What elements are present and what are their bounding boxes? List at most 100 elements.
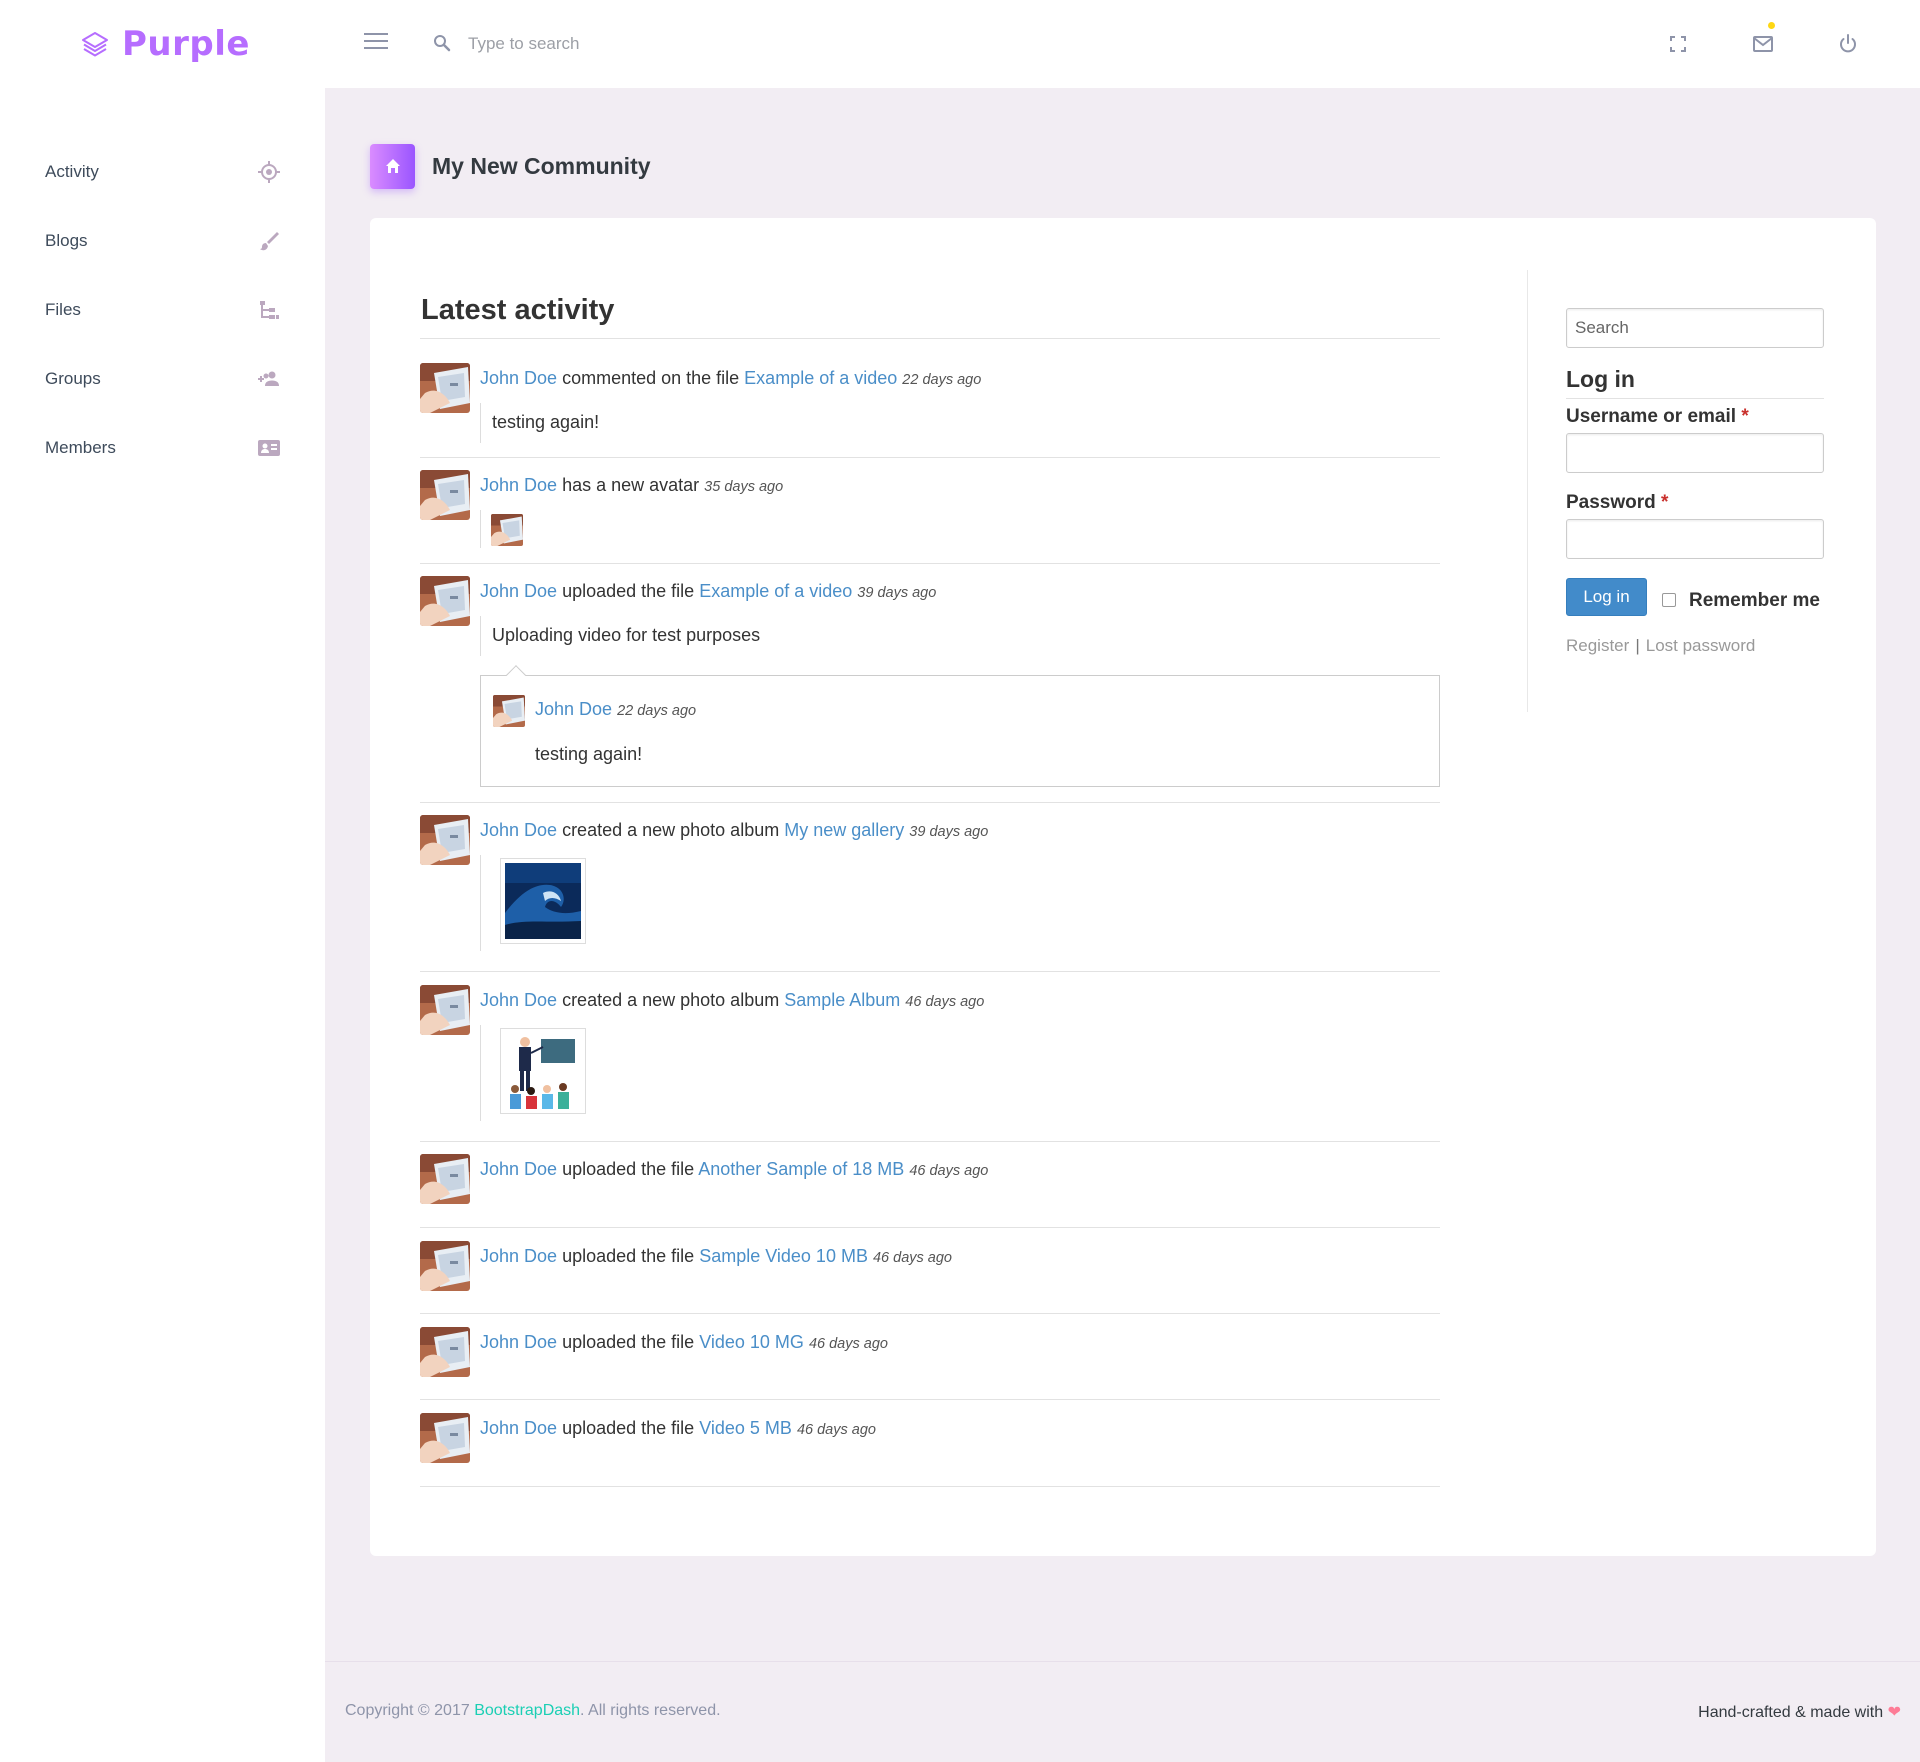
avatar[interactable] (420, 1241, 470, 1291)
divider (420, 457, 1440, 458)
object-link[interactable]: Sample Album (784, 990, 900, 1010)
footer-copyright: Copyright © 2017 BootstrapDash. All righ… (345, 1702, 721, 1720)
avatar[interactable] (420, 815, 470, 865)
username-field[interactable] (1566, 433, 1824, 473)
latest-activity-heading: Latest activity (421, 294, 615, 326)
divider (1566, 398, 1824, 399)
activity-text: John Doe uploaded the file Example of a … (480, 581, 936, 602)
page-header: My New Community (370, 143, 651, 189)
activity-item: John Doe created a new photo album My ne… (420, 815, 1440, 951)
sidebar-item-activity[interactable]: Activity (0, 142, 325, 202)
lost-password-link[interactable]: Lost password (1646, 636, 1756, 655)
activity-body (480, 1025, 481, 1121)
timestamp: 35 days ago (704, 479, 784, 495)
sidebar-item-blogs[interactable]: Blogs (0, 211, 325, 271)
object-link[interactable]: Video 10 MG (699, 1332, 804, 1352)
album-thumbnail[interactable] (500, 858, 586, 944)
timestamp: 46 days ago (796, 1422, 876, 1438)
power-icon[interactable] (1834, 30, 1862, 58)
divider (420, 802, 1440, 803)
timestamp: 46 days ago (909, 1163, 989, 1179)
user-link[interactable]: John Doe (480, 1332, 557, 1352)
timestamp: 22 days ago (902, 372, 982, 388)
login-button[interactable]: Log in (1566, 578, 1647, 616)
user-link[interactable]: John Doe (535, 699, 612, 719)
avatar[interactable] (420, 470, 470, 520)
avatar[interactable] (493, 695, 525, 727)
object-link[interactable]: Example of a video (699, 581, 852, 601)
mail-icon[interactable] (1749, 30, 1777, 58)
avatar[interactable] (420, 1154, 470, 1204)
password-label: Password * (1566, 492, 1668, 514)
top-navbar: Purple (0, 0, 1920, 88)
object-link[interactable]: My new gallery (784, 820, 904, 840)
user-link[interactable]: John Doe (480, 1159, 557, 1179)
activity-action: uploaded the file (557, 1159, 699, 1179)
new-avatar-thumbnail[interactable] (491, 514, 523, 546)
activity-item: John Doe commented on the file Example o… (420, 363, 1440, 443)
sidebar-item-files[interactable]: Files (0, 280, 325, 340)
user-link[interactable]: John Doe (480, 1418, 557, 1438)
activity-action: created a new photo album (557, 990, 785, 1010)
user-link[interactable]: John Doe (480, 581, 557, 601)
object-link[interactable]: Example of a video (744, 368, 897, 388)
user-link[interactable]: John Doe (480, 820, 557, 840)
activity-item: John Doe uploaded the file Another Sampl… (420, 1154, 1440, 1214)
object-link[interactable]: Video 5 MB (699, 1418, 792, 1438)
activity-item: John Doe uploaded the file Sample Video … (420, 1241, 1440, 1301)
activity-body (480, 855, 481, 951)
avatar[interactable] (420, 1327, 470, 1377)
menu-toggle-icon[interactable] (364, 33, 388, 53)
sidebar: Activity Blogs Files Groups Members (0, 88, 325, 1762)
user-link[interactable]: John Doe (480, 475, 557, 495)
user-link[interactable]: John Doe (480, 1246, 557, 1266)
activity-item: John Doe uploaded the file Video 10 MG 4… (420, 1327, 1440, 1387)
copyright-suffix: . All rights reserved. (580, 1702, 721, 1719)
object-link[interactable]: Another Sample of 18 MB (698, 1159, 904, 1179)
divider (420, 1399, 1440, 1400)
user-link[interactable]: John Doe (480, 990, 557, 1010)
home-icon (370, 143, 415, 189)
login-links: Register | Lost password (1566, 636, 1755, 656)
credit-text: Hand-crafted & made with (1698, 1704, 1884, 1721)
user-link[interactable]: John Doe (480, 368, 557, 388)
sidebar-item-label: Groups (45, 369, 101, 388)
activity-body-text: testing again! (492, 412, 600, 432)
remember-me-checkbox[interactable] (1662, 593, 1676, 607)
sidebar-item-label: Activity (45, 162, 99, 181)
heart-icon: ❤ (1887, 1704, 1901, 1721)
footer-divider (325, 1661, 1920, 1662)
account-plus-icon (257, 367, 281, 391)
activity-text: John Doe has a new avatar 35 days ago (480, 475, 783, 496)
divider (420, 1141, 1440, 1142)
password-field[interactable] (1566, 519, 1824, 559)
brand-logo[interactable]: Purple (80, 20, 250, 68)
fullscreen-icon[interactable] (1664, 30, 1692, 58)
target-icon (257, 160, 281, 184)
search-input[interactable] (468, 26, 868, 62)
avatar[interactable] (420, 985, 470, 1035)
brand-name: Purple (122, 24, 250, 64)
activity-action: uploaded the file (557, 1418, 700, 1438)
activity-item: John Doe has a new avatar 35 days ago (420, 470, 1440, 550)
widget-search-input[interactable] (1566, 308, 1824, 348)
presentation-illustration (505, 1033, 581, 1109)
activity-body-text: Uploading video for test purposes (492, 625, 761, 645)
activity-item: John Doe created a new photo album Sampl… (420, 985, 1440, 1121)
timestamp: 46 days ago (905, 994, 985, 1010)
bootstrapdash-link[interactable]: BootstrapDash (474, 1702, 580, 1719)
object-link[interactable]: Sample Video 10 MB (699, 1246, 868, 1266)
avatar[interactable] (420, 576, 470, 626)
avatar[interactable] (420, 363, 470, 413)
avatar[interactable] (420, 1413, 470, 1463)
timestamp: 46 days ago (872, 1250, 952, 1266)
album-thumbnail[interactable] (500, 1028, 586, 1114)
comment-box: John Doe 22 days ago testing again! (480, 665, 1440, 787)
sidebar-item-groups[interactable]: Groups (0, 349, 325, 409)
activity-text: John Doe commented on the file Example o… (480, 368, 981, 389)
register-link[interactable]: Register (1566, 636, 1629, 655)
search-icon (434, 35, 451, 52)
id-card-icon (257, 436, 281, 460)
timestamp: 22 days ago (617, 703, 697, 719)
sidebar-item-members[interactable]: Members (0, 418, 325, 478)
